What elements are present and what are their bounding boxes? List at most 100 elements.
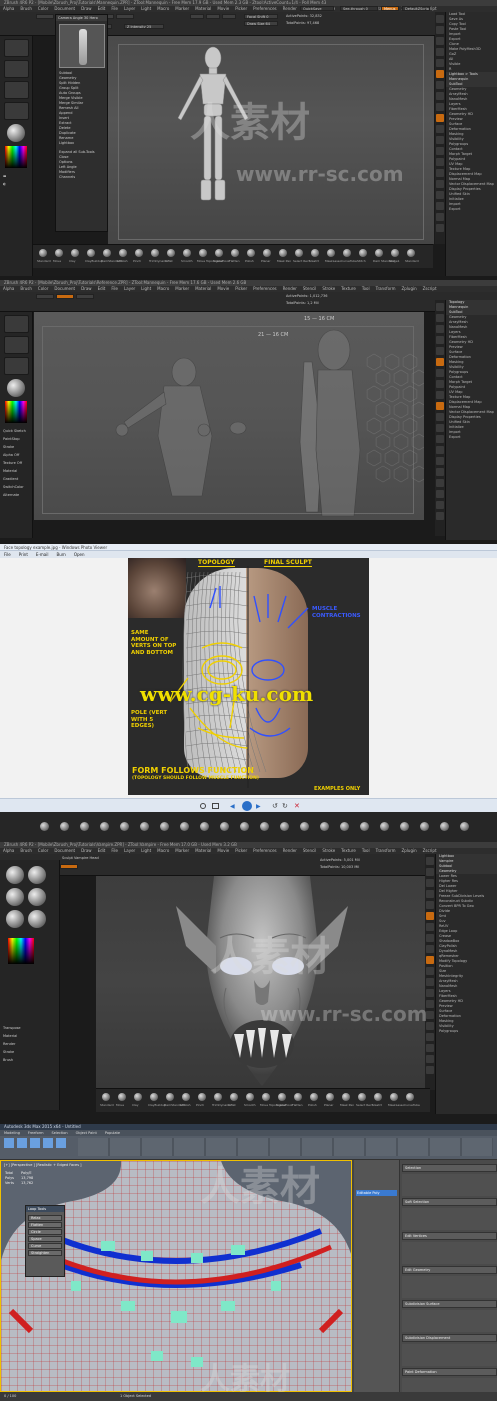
tool-menu-item[interactable]: Export: [446, 207, 497, 212]
brush-icon[interactable]: [180, 822, 189, 831]
menu-item[interactable]: Material: [192, 848, 214, 853]
menu-item[interactable]: Layer: [121, 6, 138, 11]
rollout-header[interactable]: Soft Selection: [402, 1198, 497, 1206]
brush-icon[interactable]: [231, 249, 239, 257]
alpha-thumb[interactable]: [4, 357, 29, 375]
view-control-icon[interactable]: [426, 967, 434, 975]
brush-icon[interactable]: [294, 1093, 302, 1101]
menu-item[interactable]: Color: [35, 286, 51, 291]
view-control-icon[interactable]: [436, 26, 444, 34]
view-control-icon[interactable]: [436, 413, 444, 421]
menu-item[interactable]: Stencil: [300, 286, 320, 291]
menu-item[interactable]: Picker: [232, 286, 250, 291]
menu-item[interactable]: Color: [35, 6, 51, 11]
view-control-icon[interactable]: [436, 424, 444, 432]
zcut-button[interactable]: [222, 14, 236, 19]
menu-item[interactable]: Marker: [172, 6, 192, 11]
poly-mode-icon[interactable]: [43, 1138, 53, 1148]
brush-icon[interactable]: [359, 249, 367, 257]
brush-icon[interactable]: [310, 1093, 318, 1101]
brush-icon[interactable]: [39, 249, 47, 257]
menu-item[interactable]: Light: [138, 286, 154, 291]
color-picker[interactable]: [5, 401, 27, 423]
brush-icon[interactable]: [400, 822, 409, 831]
brush-icon[interactable]: [166, 1093, 174, 1101]
menu-item[interactable]: Movie: [214, 286, 232, 291]
material-sphere-icon[interactable]: [7, 124, 25, 142]
brush-icon[interactable]: [247, 249, 255, 257]
menu-item[interactable]: Color: [35, 848, 51, 853]
view-control-icon[interactable]: [426, 912, 434, 920]
next-button[interactable]: ▶: [256, 803, 261, 810]
brush-icon[interactable]: [280, 822, 289, 831]
view-control-icon[interactable]: [436, 457, 444, 465]
draw-button[interactable]: [56, 294, 74, 299]
menu-item[interactable]: Movie: [214, 6, 232, 11]
view-control-icon[interactable]: [426, 1044, 434, 1052]
fit-icon[interactable]: [212, 803, 219, 809]
view-control-icon[interactable]: [426, 1066, 434, 1074]
brush-icon[interactable]: [87, 249, 95, 257]
brush-icon[interactable]: [390, 1093, 398, 1101]
menu-item[interactable]: Tool: [359, 286, 373, 291]
view-control-icon[interactable]: [426, 923, 434, 931]
material-sphere-icon[interactable]: [28, 910, 46, 928]
brush-icon[interactable]: [135, 249, 143, 257]
photo-menu-item[interactable]: File: [0, 552, 15, 557]
brush-icon[interactable]: [360, 822, 369, 831]
view-control-icon[interactable]: [436, 81, 444, 89]
brush-icon[interactable]: [60, 822, 69, 831]
view-control-icon[interactable]: [426, 945, 434, 953]
texture-thumb[interactable]: [4, 102, 29, 120]
material-sphere-icon[interactable]: [7, 379, 25, 397]
menu-item[interactable]: Document: [51, 6, 78, 11]
tray-label[interactable]: Gradient: [0, 475, 32, 483]
color-picker[interactable]: [5, 146, 27, 168]
view-control-icon[interactable]: [436, 158, 444, 166]
view-control-icon[interactable]: [426, 901, 434, 909]
brush-icon[interactable]: [200, 822, 209, 831]
brush-icon[interactable]: [140, 822, 149, 831]
menu-item[interactable]: Preferences: [250, 286, 280, 291]
loop-tool-button[interactable]: Curve: [28, 1243, 62, 1249]
brush-icon[interactable]: [214, 1093, 222, 1101]
default-zscript-button[interactable]: DefaultZScript: [402, 6, 430, 11]
border-mode-icon[interactable]: [30, 1138, 40, 1148]
view-control-icon[interactable]: [436, 59, 444, 67]
brush-icon[interactable]: [391, 249, 399, 257]
view-control-icon[interactable]: [436, 501, 444, 509]
view-control-icon[interactable]: [436, 512, 444, 520]
switch-color-label[interactable]: ◐: [0, 180, 32, 188]
brush-icon[interactable]: [118, 1093, 126, 1101]
tray-label[interactable]: Transpose: [0, 1024, 59, 1032]
menu-item[interactable]: Transform: [373, 286, 399, 291]
menu-item[interactable]: Stroke: [319, 848, 338, 853]
brush-icon[interactable]: [326, 1093, 334, 1101]
rollout-header[interactable]: Paint Deformation: [402, 1368, 497, 1376]
brush-icon[interactable]: [150, 1093, 158, 1101]
brush-icon[interactable]: [134, 1093, 142, 1101]
brush-icon[interactable]: [120, 822, 129, 831]
material-sphere-icon[interactable]: [28, 866, 46, 884]
delete-icon[interactable]: ✕: [294, 802, 300, 810]
brush-icon[interactable]: [262, 1093, 270, 1101]
z-intensity-slider[interactable]: Z Intensity 25: [124, 24, 164, 29]
tray-label[interactable]: SwitchColor: [0, 483, 32, 491]
see-through-slider[interactable]: See-through 0: [340, 6, 378, 11]
menu-item[interactable]: Light: [138, 6, 154, 11]
view-control-icon[interactable]: [426, 1055, 434, 1063]
quicksave-button[interactable]: QuickSave: [300, 6, 334, 11]
menu-item[interactable]: Alpha: [0, 848, 17, 853]
brush-icon[interactable]: [278, 1093, 286, 1101]
loop-tool-button[interactable]: Straighten: [28, 1250, 62, 1256]
brush-icon[interactable]: [460, 822, 469, 831]
view-control-icon[interactable]: [426, 857, 434, 865]
rollout-header[interactable]: Selection: [402, 1164, 497, 1172]
photo-menu-item[interactable]: Open: [70, 552, 89, 557]
subtool-thumb[interactable]: [59, 24, 105, 68]
slideshow-button[interactable]: [242, 801, 252, 811]
menu-item[interactable]: Zplugin: [399, 286, 420, 291]
brush-icon[interactable]: [343, 249, 351, 257]
brush-icon[interactable]: [246, 1093, 254, 1101]
view-control-icon[interactable]: [436, 325, 444, 333]
